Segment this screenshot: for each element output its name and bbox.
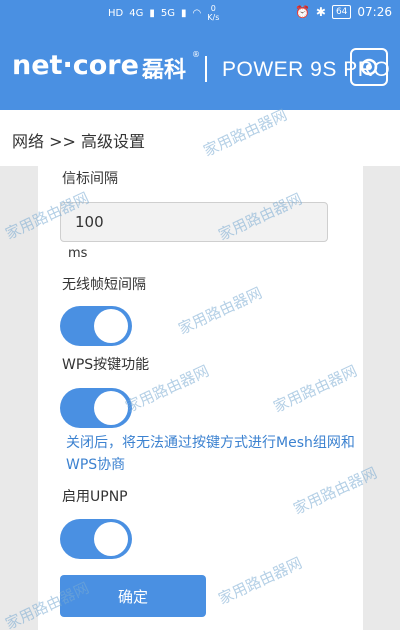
alarm-icon: ⏰ — [294, 5, 310, 19]
status-bar: HD 4G ▮ 5G ▮ ◠ 0 K/s ⏰ ✱ 64 07:26 — [0, 0, 400, 28]
upnp-label: 启用UPNP — [62, 489, 128, 505]
brand-logo-cn: 磊科 — [142, 58, 187, 83]
breadcrumb: 网络 >> 高级设置 — [0, 110, 400, 166]
net-speed-unit: K/s — [207, 13, 220, 22]
brand-logo: net·core — [12, 50, 139, 81]
wps-label: WPS按键功能 — [62, 357, 150, 373]
settings-button[interactable] — [350, 48, 388, 86]
network-status: HD 4G ▮ 5G ▮ ◠ 0 K/s — [108, 4, 219, 22]
upnp-toggle[interactable] — [60, 519, 132, 559]
network-label-4g: 4G — [129, 7, 144, 19]
toggle-knob — [94, 522, 128, 556]
net-speed: 0 K/s — [207, 4, 219, 22]
net-speed-value: 0 — [210, 4, 216, 13]
beacon-interval-input[interactable]: 100 — [60, 202, 328, 242]
rts-toggle[interactable] — [60, 306, 132, 346]
confirm-button[interactable]: 确定 — [60, 575, 206, 617]
signal-icon: ▮ — [181, 7, 187, 19]
rts-interval-label: 无线帧短间隔 — [62, 277, 146, 293]
battery-indicator: 64 — [331, 5, 352, 19]
wps-toggle[interactable] — [60, 388, 132, 428]
clock: 07:26 — [357, 5, 392, 19]
bluetooth-icon: ✱ — [315, 5, 326, 19]
beacon-interval-label: 信标间隔 — [62, 171, 118, 187]
wifi-icon: ◠ — [192, 7, 202, 19]
app-header: net·core 磊科 ® POWER 9S PRO — [0, 28, 400, 110]
signal-icon: ▮ — [149, 7, 155, 19]
breadcrumb-text: 网络 >> 高级设置 — [12, 132, 145, 151]
trademark-mark: ® — [192, 50, 200, 59]
system-status: ⏰ ✱ 64 07:26 — [295, 5, 392, 19]
settings-icon — [360, 58, 378, 76]
header-divider — [205, 56, 207, 82]
wps-warning: 关闭后，将无法通过按键方式进行Mesh组网和WPS协商 — [66, 435, 355, 473]
toggle-knob — [94, 309, 128, 343]
toggle-knob — [94, 391, 128, 425]
beacon-interval-unit: ms — [68, 246, 88, 261]
network-label-hd: HD — [108, 7, 124, 19]
network-label-5g: 5G — [160, 7, 175, 19]
